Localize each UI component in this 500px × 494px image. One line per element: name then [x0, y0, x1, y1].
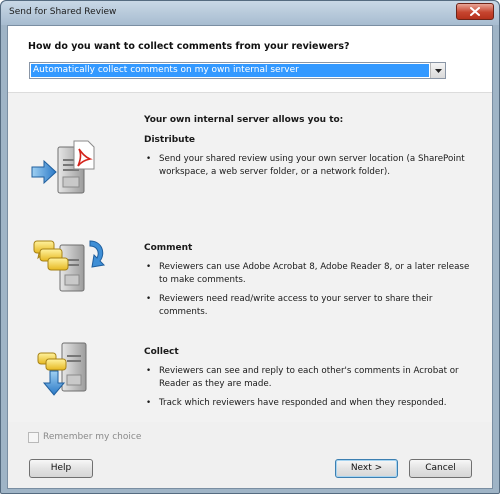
remember-choice-row[interactable]: Remember my choice: [28, 431, 141, 443]
dropdown-selected-value: Automatically collect comments on my own…: [31, 64, 429, 77]
section-title-comment: Comment: [144, 243, 193, 253]
dialog-body: How do you want to collect comments from…: [7, 25, 493, 489]
close-button[interactable]: [456, 3, 494, 20]
help-button[interactable]: Help: [29, 459, 93, 478]
next-button[interactable]: Next >: [335, 459, 398, 478]
cancel-button[interactable]: Cancel: [409, 459, 472, 478]
section-title-collect: Collect: [144, 347, 179, 357]
bullet-collect-1: • Reviewers can see and reply to each ot…: [146, 366, 459, 389]
dialog-window: Send for Shared Review How do you want t…: [0, 0, 500, 494]
dropdown-arrow-button[interactable]: [430, 63, 445, 78]
intro-heading: Your own internal server allows you to:: [144, 115, 344, 125]
bullet-comment-1: • Reviewers can use Adobe Acrobat 8, Ado…: [146, 262, 470, 285]
remember-choice-label: Remember my choice: [43, 432, 142, 442]
bullet-comment-2: • Reviewers need read/write access to yo…: [146, 294, 433, 317]
title-bar[interactable]: Send for Shared Review: [1, 1, 499, 25]
collect-icon: [37, 342, 87, 396]
bullet-collect-2: • Track which reviewers have responded a…: [146, 398, 447, 408]
section-title-distribute: Distribute: [144, 135, 195, 145]
window-title: Send for Shared Review: [9, 7, 117, 17]
collection-question: How do you want to collect comments from…: [28, 41, 350, 52]
collection-method-dropdown[interactable]: Automatically collect comments on my own…: [29, 62, 446, 79]
remember-choice-checkbox[interactable]: [28, 431, 39, 443]
distribute-icon: [31, 140, 95, 194]
comment-icon: [33, 240, 106, 292]
chevron-down-icon: [434, 68, 442, 73]
close-icon: [470, 7, 480, 16]
info-panel: Your own internal server allows you to:: [8, 92, 492, 422]
header-panel: How do you want to collect comments from…: [8, 26, 492, 92]
bullet-distribute-1: • Send your shared review using your own…: [146, 154, 465, 177]
